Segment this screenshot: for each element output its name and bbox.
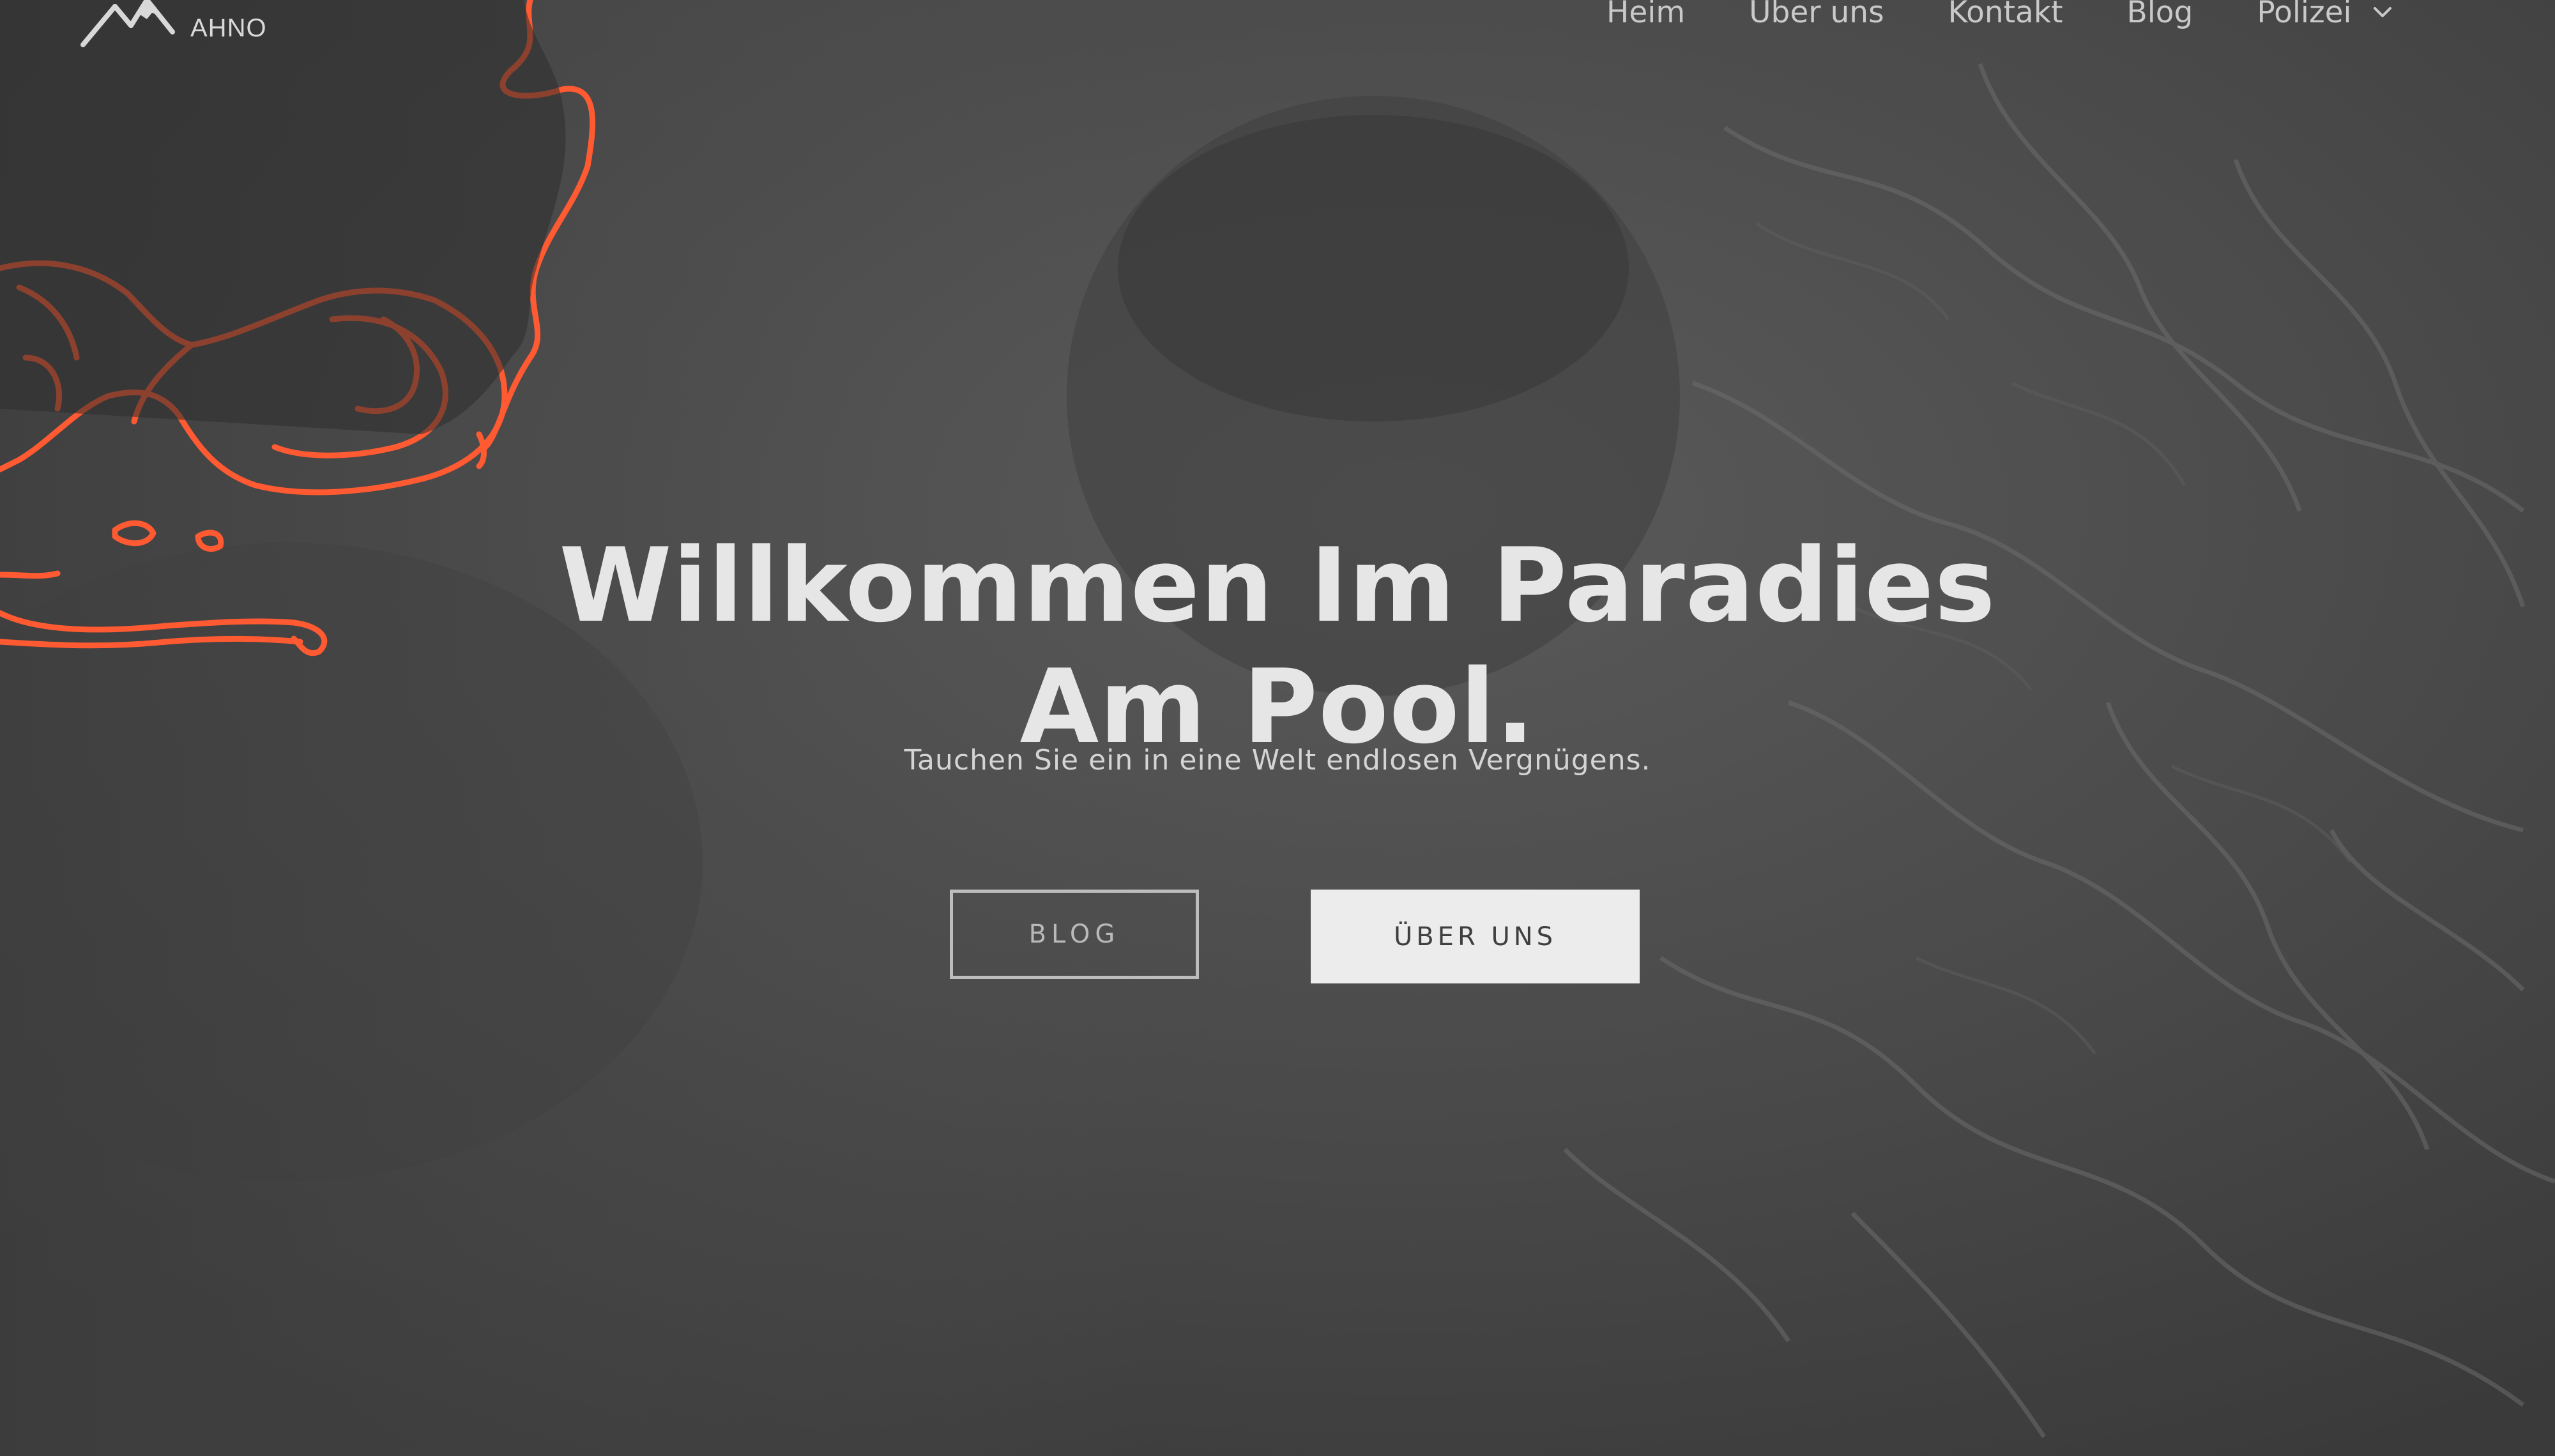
nav-item-heim[interactable]: Heim: [1606, 0, 1685, 30]
logo-text[interactable]: AHNO: [190, 14, 267, 43]
nav-item-kontakt[interactable]: Kontakt: [1948, 0, 2063, 30]
blog-button[interactable]: BLOG: [950, 890, 1199, 979]
nav-item-blog[interactable]: Blog: [2127, 0, 2193, 30]
hero-title-line-1: Willkommen Im Paradies: [559, 526, 1996, 646]
chevron-down-icon: [2373, 7, 2391, 17]
main-navigation: Heim Über uns Kontakt Blog Polizei: [1606, 0, 2394, 34]
hero-subtitle: Tauchen Sie ein in eine Welt endlosen Ve…: [904, 744, 1651, 777]
nav-item-polizei-label: Polizei: [2257, 0, 2352, 30]
nav-item-ueber-uns[interactable]: Über uns: [1749, 0, 1884, 30]
ueber-uns-button[interactable]: ÜBER UNS: [1311, 890, 1640, 983]
nav-item-polizei[interactable]: Polizei: [2257, 0, 2393, 30]
page: AHNO Heim Über uns Kontakt Blog Polizei …: [0, 0, 2555, 1456]
hero-title: Willkommen Im Paradies Am Pool.: [0, 525, 2555, 768]
